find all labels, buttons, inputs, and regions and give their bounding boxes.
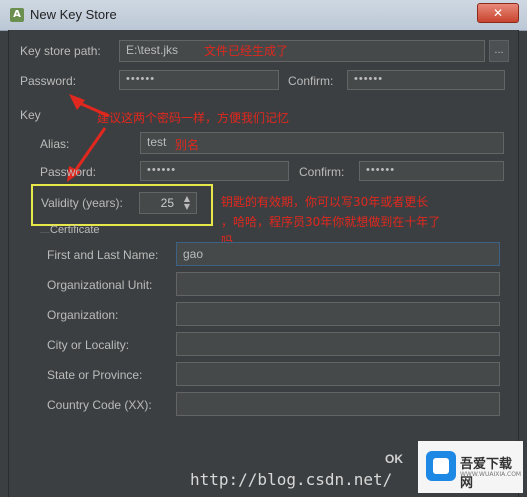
organizational-unit-label: Organizational Unit: — [47, 278, 153, 292]
keystore-confirm-field[interactable]: •••••• — [347, 70, 505, 90]
validity-value: 25 — [160, 196, 174, 210]
validity-annotation-line1: 钥匙的有效期，你可以写30年或者更长 — [221, 195, 429, 209]
validity-spinner[interactable]: 25 ▲ ▼ — [139, 192, 197, 214]
country-code-label: Country Code (XX): — [47, 398, 152, 412]
window-title: New Key Store — [30, 7, 117, 22]
validity-annotation-line2: ，哈哈，程序员30年你就想做到在十年了 — [221, 215, 441, 229]
alias-annotation: 别名 — [175, 138, 200, 152]
dialog-content: Key store path: E:\test.jks ... 文件已经生成了 … — [8, 30, 519, 497]
first-last-name-field[interactable]: gao — [176, 242, 500, 266]
key-store-path-field[interactable]: E:\test.jks — [119, 40, 485, 62]
new-key-store-dialog: A New Key Store ✕ Key store path: E:\tes… — [0, 0, 527, 497]
site-logo: 吾爱下载网 WWW.WUAIXIA.COM — [418, 441, 523, 493]
city-label: City or Locality: — [47, 338, 130, 352]
site-logo-sub: WWW.WUAIXIA.COM — [460, 471, 522, 478]
android-studio-icon: A — [10, 8, 24, 22]
organization-field[interactable] — [176, 302, 500, 326]
keystore-password-field[interactable]: •••••• — [119, 70, 279, 90]
alias-label: Alias: — [40, 137, 70, 151]
browse-button[interactable]: ... — [489, 40, 509, 62]
arrow-up-head — [69, 94, 85, 110]
key-section-label: Key — [20, 108, 41, 122]
key-password-label: Password: — [40, 165, 97, 179]
first-last-name-label: First and Last Name: — [47, 248, 159, 262]
spinner-arrows-icon[interactable]: ▲ ▼ — [180, 195, 194, 211]
organizational-unit-field[interactable] — [176, 272, 500, 296]
certificate-title: Certificate — [50, 224, 100, 236]
blog-watermark: http://blog.csdn.net/ — [190, 470, 393, 489]
path-annotation: 文件已经生成了 — [204, 44, 289, 58]
city-field[interactable] — [176, 332, 500, 356]
country-code-field[interactable] — [176, 392, 500, 416]
state-field[interactable] — [176, 362, 500, 386]
state-label: State or Province: — [47, 368, 143, 382]
site-logo-icon — [426, 451, 456, 481]
key-password-field[interactable]: •••••• — [140, 161, 289, 181]
validity-label: Validity (years): — [41, 196, 123, 210]
arrow-up-line — [76, 100, 110, 118]
ok-button[interactable]: OK — [385, 452, 403, 466]
key-confirm-label: Confirm: — [299, 165, 345, 179]
certificate-group-border — [40, 232, 50, 233]
keystore-confirm-label: Confirm: — [288, 74, 334, 88]
key-store-path-label: Key store path: — [20, 44, 101, 58]
key-confirm-field[interactable]: •••••• — [359, 161, 504, 181]
password-annotation: 建议这两个密码一样，方便我们记忆 — [97, 111, 290, 125]
title-bar: A New Key Store ✕ — [0, 0, 527, 31]
close-button[interactable]: ✕ — [477, 3, 519, 23]
organization-label: Organization: — [47, 308, 119, 322]
